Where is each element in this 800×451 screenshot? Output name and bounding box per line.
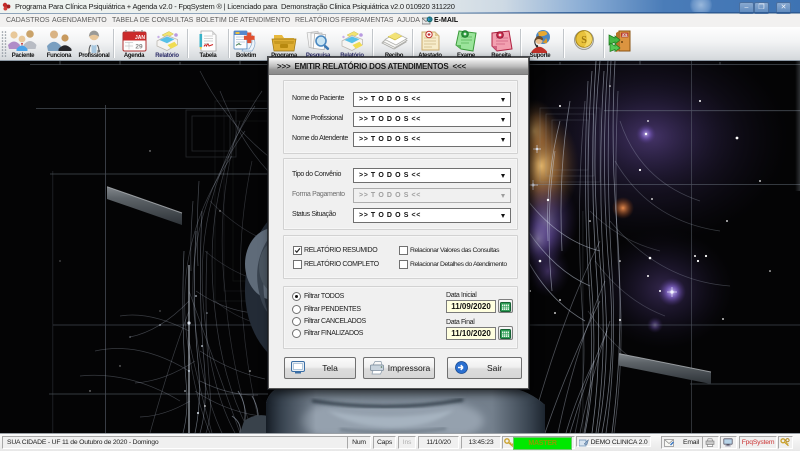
svg-text:29: 29 bbox=[135, 44, 143, 51]
svg-text:EXIT: EXIT bbox=[621, 33, 628, 37]
svg-text:S: S bbox=[581, 35, 587, 46]
svg-text:JAN: JAN bbox=[134, 35, 144, 41]
